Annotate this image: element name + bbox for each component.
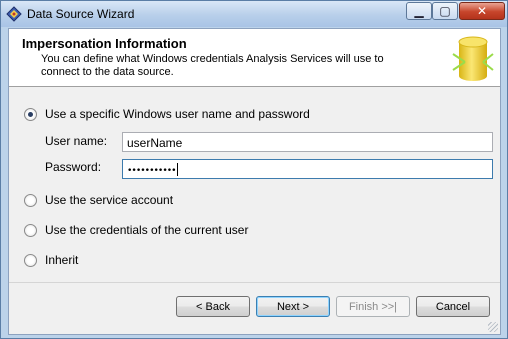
close-button[interactable]: ✕ [459,2,505,20]
footer-divider [9,282,500,283]
radio-button[interactable] [24,223,37,237]
window-title: Data Source Wizard [27,7,135,21]
page-description: You can define what Windows credentials … [41,53,384,78]
option-service-account-label: Use the service account [45,193,174,207]
title-bar[interactable]: Data Source Wizard ▁ ▢ ✕ [1,1,507,27]
password-mask: ••••••••••• [127,166,177,176]
username-input[interactable]: userName [122,132,493,152]
database-cylinder-icon [452,36,494,81]
option-specific-user-label: Use a specific Windows user name and pas… [45,107,310,121]
option-current-user[interactable]: Use the credentials of the current user [24,223,248,237]
option-inherit-label: Inherit [45,253,79,267]
option-current-user-label: Use the credentials of the current user [45,223,249,237]
minimize-button[interactable]: ▁ [406,2,432,20]
dialog-client-area: Impersonation Information You can define… [8,28,501,335]
radio-button-checked[interactable] [24,107,37,121]
page-title: Impersonation Information [22,36,187,51]
back-button[interactable]: < Back [176,296,250,317]
option-inherit[interactable]: Inherit [24,253,78,267]
wizard-header: Impersonation Information You can define… [9,29,500,87]
radio-button[interactable] [24,253,37,267]
next-button[interactable]: Next > [256,296,330,317]
cancel-button[interactable]: Cancel [416,296,490,317]
option-specific-user[interactable]: Use a specific Windows user name and pas… [24,107,310,121]
username-label: User name: [45,134,108,148]
close-icon: ✕ [476,4,488,18]
maximize-icon: ▢ [439,4,451,18]
option-service-account[interactable]: Use the service account [24,193,173,207]
minimize-icon: ▁ [414,4,424,18]
username-value: userName [127,136,183,150]
password-input[interactable]: ••••••••••• [122,159,493,179]
maximize-button[interactable]: ▢ [432,2,458,20]
finish-button: Finish >>| [336,296,410,317]
text-caret [176,163,178,176]
resize-grip-icon[interactable] [488,322,498,332]
password-label: Password: [45,160,102,174]
wizard-diamond-icon [6,6,22,22]
wizard-window: Data Source Wizard ▁ ▢ ✕ Impersonation I… [0,0,508,339]
radio-button[interactable] [24,193,37,207]
